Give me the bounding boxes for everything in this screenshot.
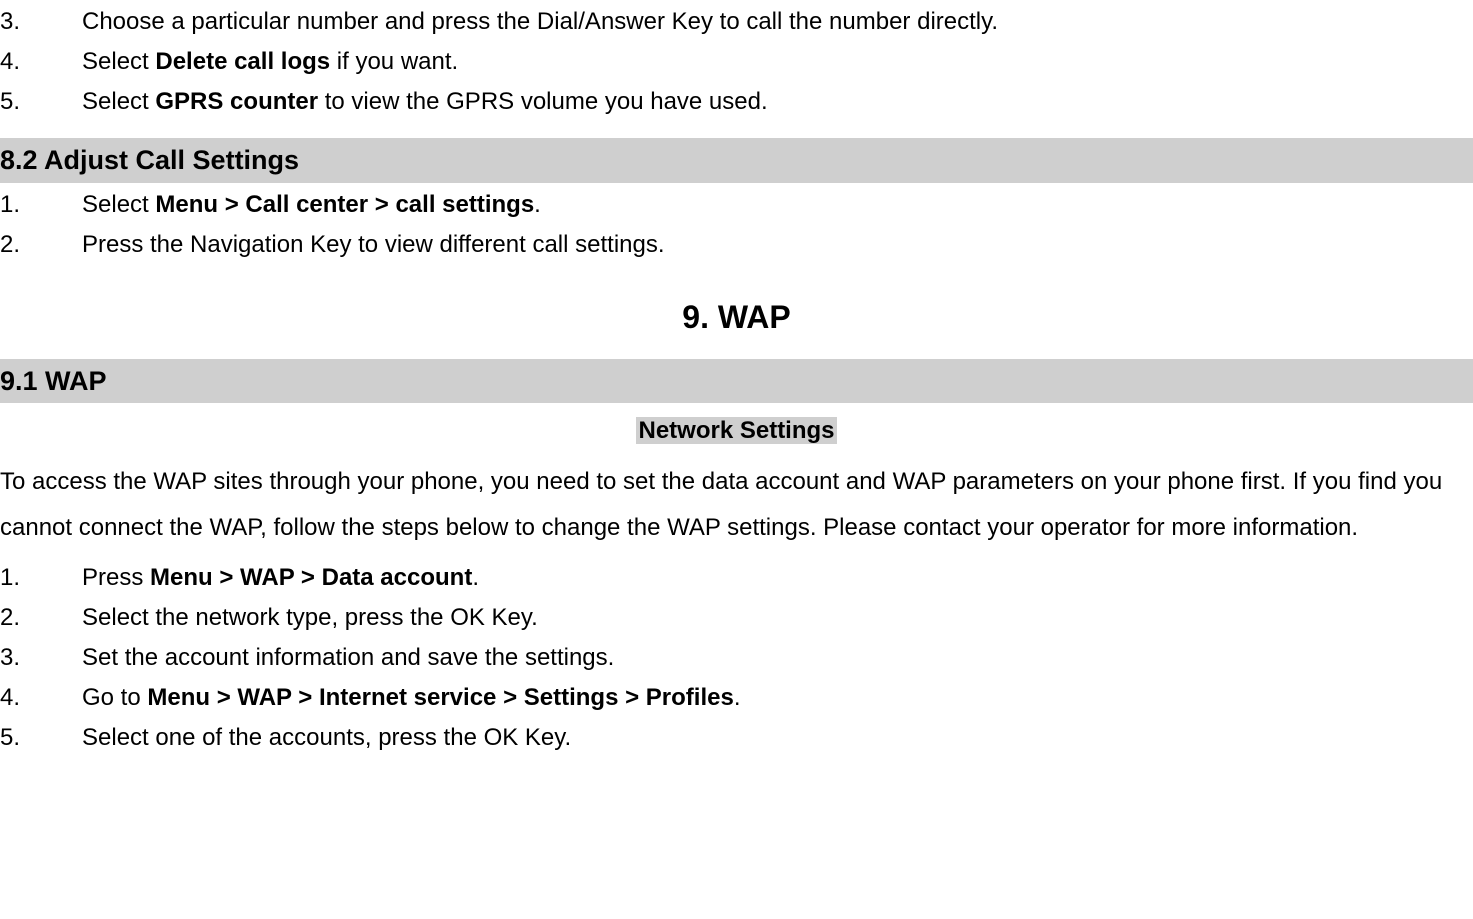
list-number: 4. <box>0 680 82 716</box>
list-number: 3. <box>0 4 82 40</box>
list-number: 5. <box>0 84 82 120</box>
list-number: 2. <box>0 600 82 636</box>
list-item: 1. Select Menu > Call center > call sett… <box>0 187 1473 223</box>
list-text: Go to Menu > WAP > Internet service > Se… <box>82 680 1473 716</box>
list-text: Press the Navigation Key to view differe… <box>82 227 1473 263</box>
list-number: 1. <box>0 187 82 223</box>
list-text: Select GPRS counter to view the GPRS vol… <box>82 84 1473 120</box>
list-number: 5. <box>0 720 82 756</box>
list-text: Select Delete call logs if you want. <box>82 44 1473 80</box>
list-text: Press Menu > WAP > Data account. <box>82 560 1473 596</box>
section-heading-9-1: 9.1 WAP <box>0 359 1473 404</box>
list-item: 4. Go to Menu > WAP > Internet service >… <box>0 680 1473 716</box>
list-number: 2. <box>0 227 82 263</box>
list-item: 3. Set the account information and save … <box>0 640 1473 676</box>
sub-heading-network-settings: Network Settings <box>0 413 1473 449</box>
list-item: 2. Select the network type, press the OK… <box>0 600 1473 636</box>
list-item: 5. Select GPRS counter to view the GPRS … <box>0 84 1473 120</box>
list-text: Select Menu > Call center > call setting… <box>82 187 1473 223</box>
list-item: 1. Press Menu > WAP > Data account. <box>0 560 1473 596</box>
list-item: 2. Press the Navigation Key to view diff… <box>0 227 1473 263</box>
list-text: Set the account information and save the… <box>82 640 1473 676</box>
list-text: Select one of the accounts, press the OK… <box>82 720 1473 756</box>
list-item: 3. Choose a particular number and press … <box>0 4 1473 40</box>
list-number: 3. <box>0 640 82 676</box>
section-heading-8-2: 8.2 Adjust Call Settings <box>0 138 1473 183</box>
list-number: 4. <box>0 44 82 80</box>
list-number: 1. <box>0 560 82 596</box>
document-page: 3. Choose a particular number and press … <box>0 4 1473 756</box>
list-text: Select the network type, press the OK Ke… <box>82 600 1473 636</box>
paragraph: To access the WAP sites through your pho… <box>0 459 1473 550</box>
list-text: Choose a particular number and press the… <box>82 4 1473 40</box>
chapter-heading-9: 9. WAP <box>0 293 1473 341</box>
list-item: 5. Select one of the accounts, press the… <box>0 720 1473 756</box>
list-item: 4. Select Delete call logs if you want. <box>0 44 1473 80</box>
